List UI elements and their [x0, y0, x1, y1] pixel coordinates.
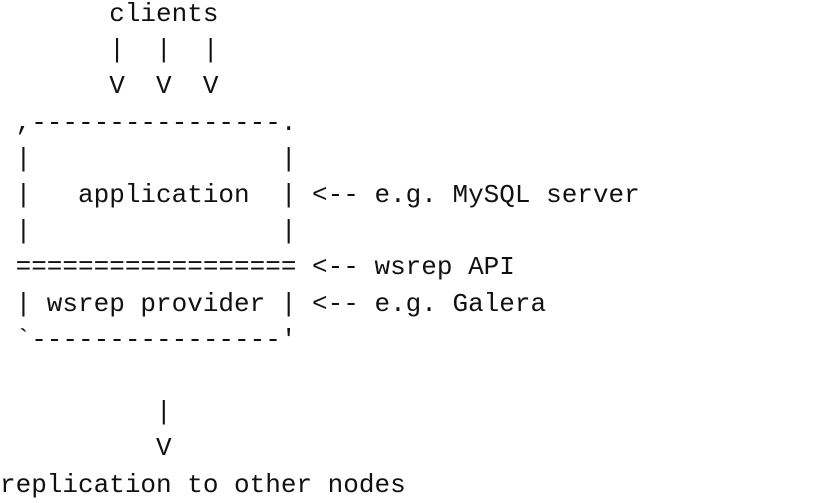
replication-arrowhead: V	[0, 433, 172, 464]
replication-connector-line: |	[0, 397, 172, 428]
wsrep-architecture-ascii-diagram: clients | | | V V V ,----------------. |…	[0, 0, 833, 500]
client-connector-lines: | | |	[0, 35, 219, 66]
replication-label: replication to other nodes	[0, 469, 406, 500]
box-side-borders: | |	[0, 143, 297, 174]
client-arrowheads: V V V	[0, 71, 219, 102]
wsrep-provider-row: | wsrep provider | <-- e.g. Galera	[0, 288, 547, 319]
box-bottom-border: `----------------'	[0, 324, 297, 355]
box-side-borders: | |	[0, 216, 297, 247]
clients-label: clients	[0, 0, 219, 29]
application-row: | application | <-- e.g. MySQL server	[0, 180, 640, 210]
wsrep-api-separator-row: ================== <-- wsrep API	[0, 252, 515, 283]
box-top-border: ,----------------.	[0, 107, 297, 138]
